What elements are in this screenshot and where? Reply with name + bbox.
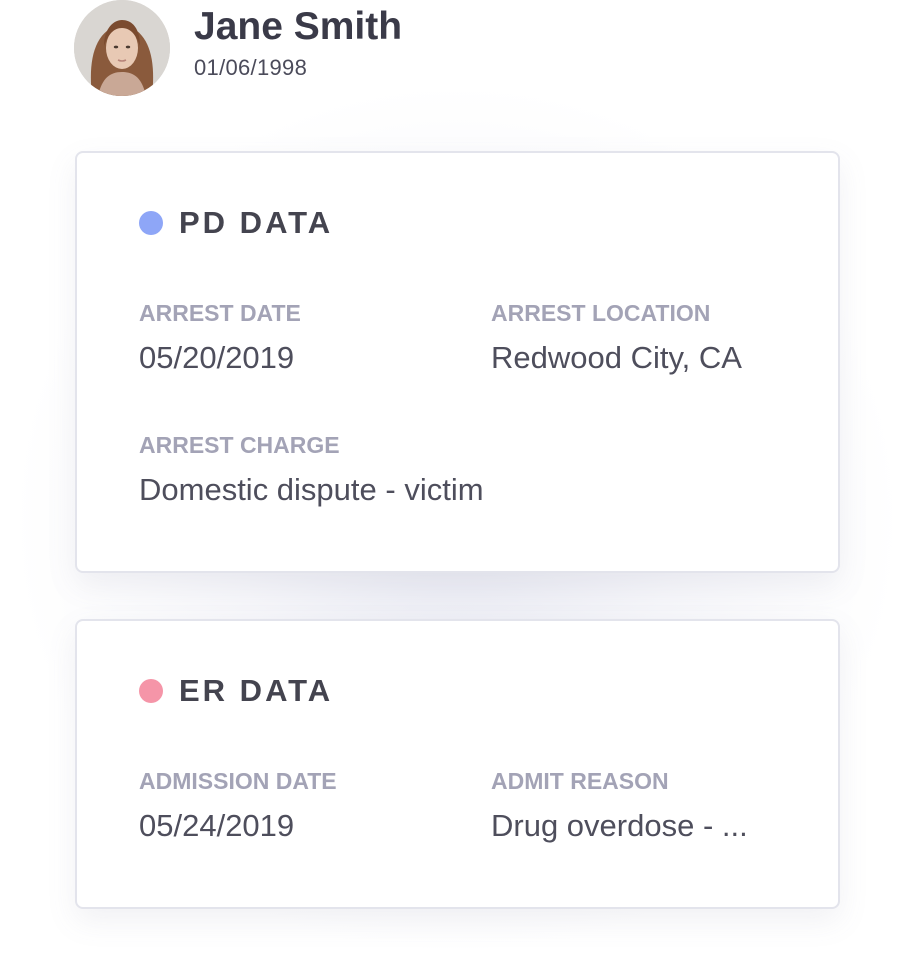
admit-reason-label: ADMIT REASON	[491, 768, 669, 794]
er-card-title: ER DATA	[179, 673, 334, 708]
pd-card-title: PD DATA	[179, 205, 334, 240]
arrest-date-label: ARREST DATE	[139, 300, 301, 326]
patient-profile-page: Jane Smith 01/06/1998 PD DATA ARREST DAT…	[0, 0, 914, 970]
arrest-charge-field: ARREST CHARGE Domestic dispute - victim	[139, 431, 484, 509]
pd-card-header: PD DATA	[139, 205, 333, 241]
admit-reason-field: ADMIT REASON Drug overdose - ...	[491, 767, 748, 845]
arrest-location-value: Redwood City, CA	[491, 340, 742, 375]
pd-data-card: PD DATA ARREST DATE 05/20/2019 ARREST LO…	[75, 151, 840, 573]
er-data-card: ER DATA ADMISSION DATE 05/24/2019 ADMIT …	[75, 619, 840, 909]
profile-header: Jane Smith 01/06/1998	[74, 0, 402, 96]
arrest-date-value: 05/20/2019	[139, 340, 295, 375]
admission-date-value: 05/24/2019	[139, 808, 295, 843]
profile-name: Jane Smith	[194, 5, 403, 48]
person-photo-icon	[74, 0, 170, 96]
admission-date-field: ADMISSION DATE 05/24/2019	[139, 767, 337, 845]
er-status-dot-icon	[139, 679, 163, 703]
arrest-charge-label: ARREST CHARGE	[139, 432, 340, 458]
arrest-charge-value: Domestic dispute - victim	[139, 472, 484, 507]
er-card-header: ER DATA	[139, 673, 333, 709]
avatar[interactable]	[74, 0, 170, 96]
profile-dob: 01/06/1998	[194, 55, 308, 80]
arrest-location-label: ARREST LOCATION	[491, 300, 711, 326]
pd-status-dot-icon	[139, 211, 163, 235]
arrest-date-field: ARREST DATE 05/20/2019	[139, 299, 301, 377]
admission-date-label: ADMISSION DATE	[139, 768, 337, 794]
arrest-location-field: ARREST LOCATION Redwood City, CA	[491, 299, 742, 377]
admit-reason-value[interactable]: Drug overdose - ...	[491, 807, 748, 845]
